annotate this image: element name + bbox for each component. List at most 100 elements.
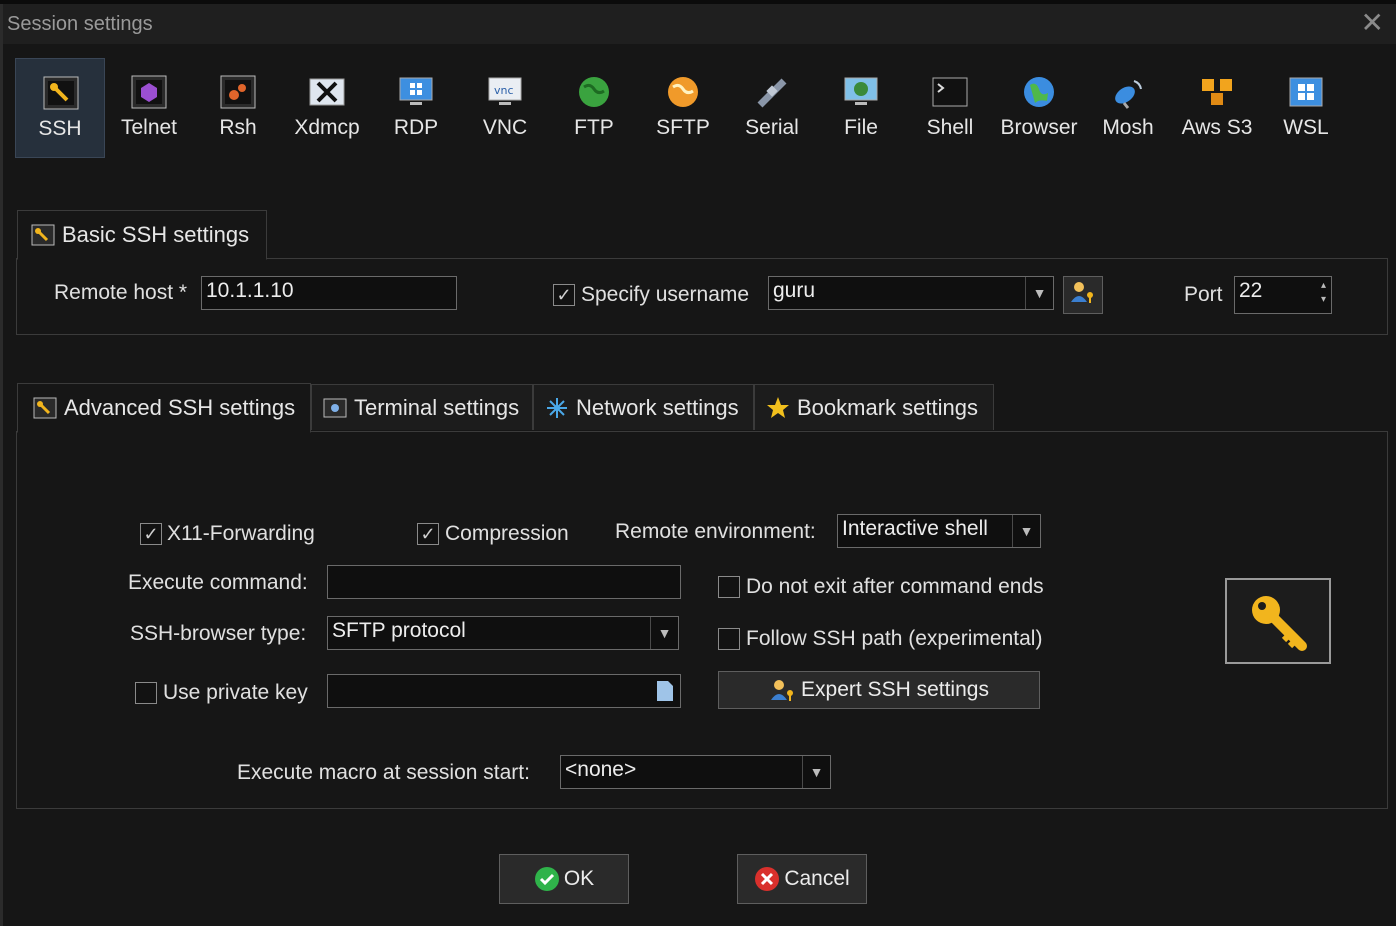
port-spinbox[interactable]: 22 ▴ ▾	[1234, 276, 1332, 314]
execute-macro-select[interactable]: <none> ▼	[560, 755, 831, 789]
globe-orange-icon	[665, 74, 701, 110]
close-icon[interactable]: ✕	[1361, 8, 1384, 38]
expert-ssh-settings-label: Expert SSH settings	[801, 678, 989, 701]
ssh-key-icon[interactable]	[1225, 578, 1331, 664]
session-type-xdmcp[interactable]: Xdmcp	[282, 58, 372, 158]
telnet-icon	[131, 74, 167, 110]
session-type-wsl[interactable]: WSL	[1261, 58, 1351, 158]
tab-advanced-ssh[interactable]: Advanced SSH settings	[17, 383, 311, 433]
session-type-browser[interactable]: Browser	[994, 58, 1084, 158]
chevron-down-icon[interactable]: ▼	[650, 617, 678, 649]
do-not-exit-checkbox[interactable]	[718, 576, 740, 598]
monitor-file-icon	[843, 74, 879, 110]
tab-bookmark-settings[interactable]: Bookmark settings	[754, 384, 994, 430]
session-type-label: Mosh	[1102, 116, 1154, 139]
cancel-button[interactable]: Cancel	[737, 854, 867, 904]
window-title: Session settings	[7, 13, 153, 35]
session-type-label: WSL	[1283, 116, 1329, 139]
user-manager-button[interactable]	[1063, 276, 1103, 314]
use-private-key-label: Use private key	[163, 681, 308, 704]
vnc-icon: vnc	[487, 74, 523, 110]
session-type-sftp[interactable]: SFTP	[638, 58, 728, 158]
username-combobox[interactable]: guru ▼	[768, 276, 1054, 310]
windows-icon	[1288, 74, 1324, 110]
terminal-settings-icon	[322, 396, 348, 420]
network-icon	[544, 396, 570, 420]
session-type-label: FTP	[574, 116, 614, 139]
x-window-icon	[309, 74, 345, 110]
expert-ssh-settings-button[interactable]: Expert SSH settings	[718, 671, 1040, 709]
check-icon	[534, 866, 560, 892]
session-type-shell[interactable]: Shell	[905, 58, 995, 158]
session-type-label: Serial	[745, 116, 799, 139]
session-type-aws-s3[interactable]: Aws S3	[1172, 58, 1262, 158]
remote-environment-value: Interactive shell	[842, 517, 988, 540]
follow-ssh-path-label: Follow SSH path (experimental)	[746, 627, 1043, 650]
chevron-down-icon[interactable]: ▼	[802, 756, 830, 788]
cancel-label: Cancel	[784, 867, 850, 890]
session-type-ftp[interactable]: FTP	[549, 58, 639, 158]
rsh-icon	[220, 74, 256, 110]
wrench-icon	[30, 223, 56, 247]
specify-username-checkbox[interactable]: ✓	[553, 284, 575, 306]
follow-ssh-path-checkbox[interactable]	[718, 628, 740, 650]
session-type-rdp[interactable]: RDP	[371, 58, 461, 158]
ssh-browser-type-select[interactable]: SFTP protocol ▼	[327, 616, 679, 650]
remote-environment-label: Remote environment:	[615, 520, 816, 543]
session-settings-window: Session settings ✕ SSH Telnet Rsh Xdmcp …	[0, 4, 1396, 926]
advanced-panel	[16, 431, 1388, 809]
session-type-vnc[interactable]: vnc VNC	[460, 58, 550, 158]
use-private-key-checkbox[interactable]	[135, 682, 157, 704]
session-type-telnet[interactable]: Telnet	[104, 58, 194, 158]
session-type-label: File	[844, 116, 878, 139]
star-icon	[765, 396, 791, 420]
session-type-file[interactable]: File	[816, 58, 906, 158]
tab-network-settings[interactable]: Network settings	[533, 384, 754, 430]
chevron-down-icon[interactable]: ▼	[1025, 277, 1053, 309]
x11-forwarding-checkbox[interactable]: ✓	[140, 523, 162, 545]
remote-host-label: Remote host *	[54, 281, 188, 304]
cancel-icon	[754, 866, 780, 892]
tab-label: Terminal settings	[354, 394, 520, 420]
private-key-input[interactable]	[327, 674, 681, 708]
execute-macro-label: Execute macro at session start:	[237, 761, 530, 784]
tab-label: Network settings	[576, 394, 739, 420]
session-type-serial[interactable]: Serial	[727, 58, 817, 158]
session-type-label: SFTP	[656, 116, 710, 139]
remote-environment-select[interactable]: Interactive shell ▼	[837, 514, 1041, 548]
specify-username-label: Specify username	[581, 283, 750, 306]
chevron-down-icon[interactable]: ▼	[1012, 515, 1040, 547]
session-type-label: Browser	[1000, 116, 1078, 139]
spin-arrows-icon[interactable]: ▴ ▾	[1321, 279, 1326, 307]
compression-checkbox[interactable]: ✓	[417, 523, 439, 545]
globe-green-icon	[576, 74, 612, 110]
compression-label: Compression	[445, 522, 569, 545]
session-type-label: Telnet	[120, 116, 178, 139]
x11-forwarding-label: X11-Forwarding	[167, 522, 315, 545]
do-not-exit-label: Do not exit after command ends	[746, 575, 1044, 598]
tab-label: Advanced SSH settings	[64, 395, 296, 420]
remote-host-input[interactable]: 10.1.1.10	[201, 276, 457, 310]
globe-browser-icon	[1021, 74, 1057, 110]
rdp-monitor-icon	[398, 74, 434, 110]
cubes-icon	[1199, 74, 1235, 110]
ok-label: OK	[563, 867, 595, 890]
execute-command-input[interactable]	[327, 565, 681, 599]
session-type-rsh[interactable]: Rsh	[193, 58, 283, 158]
session-type-bar: SSH Telnet Rsh Xdmcp RDP vnc VNC FTP SFT…	[15, 58, 1345, 158]
tab-terminal-settings[interactable]: Terminal settings	[311, 384, 533, 430]
session-type-mosh[interactable]: Mosh	[1083, 58, 1173, 158]
satellite-icon	[754, 74, 790, 110]
session-type-label: Aws S3	[1181, 116, 1253, 139]
dish-icon	[1110, 74, 1146, 110]
tab-label: Bookmark settings	[797, 394, 978, 420]
title-bar: Session settings ✕	[3, 4, 1396, 44]
session-type-ssh[interactable]: SSH	[15, 58, 105, 158]
file-icon[interactable]	[656, 680, 674, 708]
tab-basic-ssh[interactable]: Basic SSH settings	[17, 210, 267, 260]
session-type-label: SSH	[38, 117, 82, 140]
port-label: Port	[1184, 283, 1223, 306]
svg-text:vnc: vnc	[494, 84, 514, 97]
wrench-icon	[32, 396, 58, 420]
ok-button[interactable]: OK	[499, 854, 629, 904]
